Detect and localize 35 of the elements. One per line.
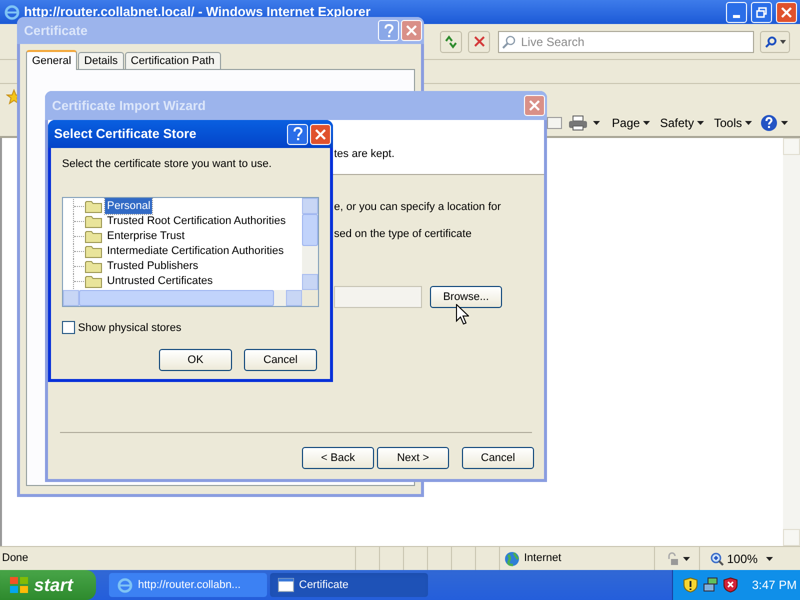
- start-button[interactable]: start: [0, 570, 96, 600]
- zone-text: Internet: [524, 551, 562, 566]
- tab[interactable]: Details: [78, 52, 124, 69]
- tree-item[interactable]: Untrusted Certificates: [105, 272, 215, 290]
- tree-item[interactable]: Trusted Root Certification Authorities: [105, 212, 288, 230]
- checkbox-label: Show physical stores: [78, 320, 182, 336]
- dialog-title: Certificate: [23, 22, 89, 40]
- tree-item[interactable]: Enterprise Trust: [105, 228, 187, 244]
- clock: 3:47 PM: [752, 577, 797, 594]
- command-menu[interactable]: Safety: [658, 114, 706, 132]
- tab[interactable]: General: [26, 50, 78, 70]
- tab[interactable]: Certification Path: [124, 52, 221, 69]
- command-menu[interactable]: Tools: [712, 114, 754, 132]
- tree-item[interactable]: Intermediate Certification Authorities: [105, 242, 286, 260]
- dialog-title: Select Certificate Store: [53, 125, 198, 144]
- taskbar-button[interactable]: http://router.collabn...: [109, 573, 267, 597]
- dialog-button[interactable]: < Back: [302, 447, 374, 469]
- dialog-title: Certificate Import Wizard: [51, 96, 207, 115]
- dialog-button[interactable]: Browse...: [430, 286, 502, 308]
- wizard-text: sed on the type of certificate: [334, 226, 473, 242]
- dialog-button[interactable]: Cancel: [462, 447, 534, 469]
- dialog-button[interactable]: OK: [159, 349, 232, 371]
- search-field[interactable]: Live Search: [498, 30, 754, 52]
- instruction-text: Select the certificate store you want to use.: [62, 157, 273, 172]
- taskbar-button[interactable]: Certificate: [270, 573, 428, 597]
- status-text: Done: [1, 551, 30, 566]
- window-title: http://router.collabnet.local/ - Windows Internet Explorer: [24, 3, 372, 22]
- tree-item[interactable]: Personal: [105, 198, 152, 214]
- store-tree[interactable]: Personal Trusted Root Certification Authorities Enterprise Trust Intermediate Certification Authorities Trusted Publishers Untrusted Certificates: [62, 196, 319, 306]
- wizard-text: e, or you can specify a location for: [334, 200, 502, 215]
- tree-item[interactable]: Trusted Publishers: [105, 258, 200, 274]
- command-menu[interactable]: Page: [610, 114, 652, 132]
- dialog-button[interactable]: Next >: [377, 447, 449, 469]
- dialog-button[interactable]: Cancel: [244, 349, 317, 371]
- wizard-text: tes are kept.: [334, 148, 395, 160]
